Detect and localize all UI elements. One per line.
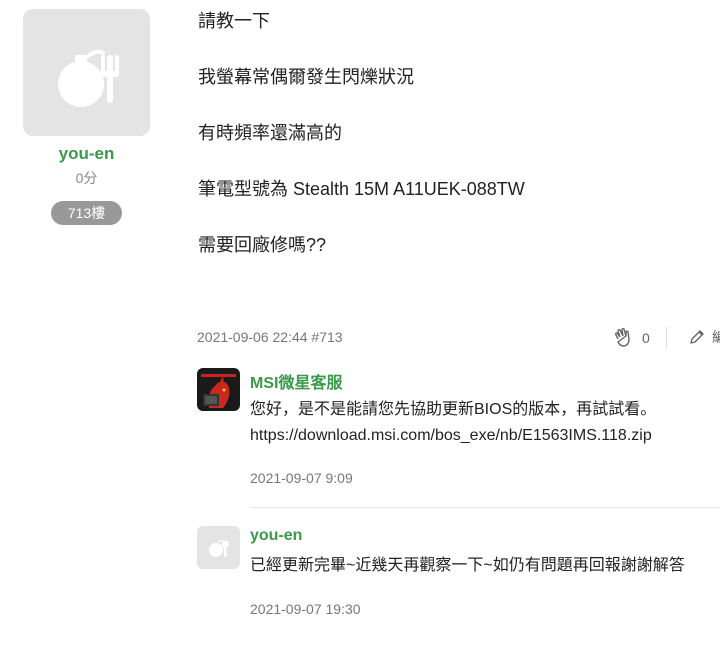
post-body: 請教一下 我螢幕常偶爾發生閃爍狀況 有時頻率還滿高的 筆電型號為 Stealth…: [198, 8, 698, 288]
like-count: 0: [642, 330, 650, 346]
reply-text: 您好，是不是能請您先協助更新BIOS的版本，再試試看。: [250, 401, 657, 418]
reply-text: 已經更新完畢~近幾天再觀察一下~如仍有問題再回報謝謝解答: [250, 557, 685, 574]
author-score: 0分: [75, 170, 98, 186]
like-button[interactable]: 0: [612, 327, 650, 349]
reply-author-name[interactable]: MSI微星客服: [250, 369, 342, 393]
default-avatar-icon: [58, 49, 119, 107]
post-timestamp: 2021-09-06 22:44 #713: [197, 329, 343, 345]
post-line: 有時頻率還滿高的: [198, 123, 342, 143]
pencil-icon: [690, 330, 704, 344]
reply-avatar[interactable]: [197, 368, 240, 411]
msi-dragon-avatar-icon: [197, 368, 240, 411]
edit-label: 編: [712, 329, 720, 345]
author-name[interactable]: you-en: [23, 144, 150, 164]
default-avatar-icon: [209, 539, 229, 557]
post-line: 筆電型號為 Stealth 15M A11UEK-088TW: [198, 179, 525, 199]
reply-timestamp: 2021-09-07 9:09: [250, 470, 353, 486]
post-line: 我螢幕常偶爾發生閃爍狀況: [198, 67, 414, 87]
post-line: 請教一下: [198, 11, 270, 31]
reply-timestamp: 2021-09-07 19:30: [250, 601, 361, 617]
reply-author-name[interactable]: you-en: [250, 527, 302, 545]
floor-badge: 713樓: [51, 201, 122, 225]
reply-item: MSI微星客服 您好，是不是能請您先協助更新BIOS的版本，再試試看。 http…: [197, 368, 720, 498]
reply-divider: [250, 507, 720, 508]
reply-item: you-en 已經更新完畢~近幾天再觀察一下~如仍有問題再回報謝謝解答 2021…: [197, 526, 720, 626]
action-divider: [666, 327, 667, 349]
reply-avatar[interactable]: [197, 526, 240, 569]
clap-icon: [614, 327, 630, 347]
author-avatar[interactable]: [23, 9, 150, 136]
post-line: 需要回廠修嗎??: [198, 235, 327, 255]
reply-link[interactable]: https://download.msi.com/bos_exe/nb/E156…: [250, 423, 652, 448]
edit-button[interactable]: 編: [688, 327, 720, 347]
